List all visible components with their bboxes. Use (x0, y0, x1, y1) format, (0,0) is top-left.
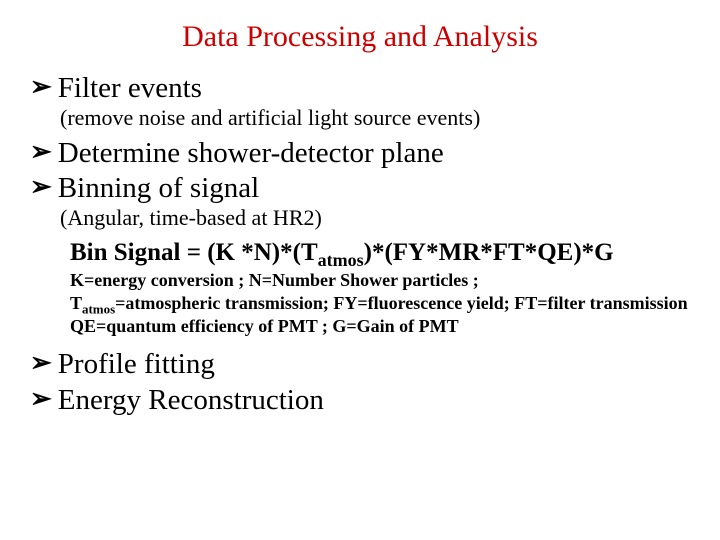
definitions: K=energy conversion ; N=Number Shower pa… (70, 269, 690, 338)
formula-sub: atmos (318, 250, 364, 270)
def-post: =atmospheric transmission; FY=fluorescen… (115, 293, 688, 313)
bullet-item: ➢ Profile fitting (30, 348, 690, 381)
chevron-icon: ➢ (30, 137, 52, 167)
slide: Data Processing and Analysis ➢ Filter ev… (0, 0, 720, 540)
bullet-subtext: (remove noise and artificial light sourc… (60, 105, 690, 130)
bullet-item: ➢ Filter events (30, 72, 690, 105)
bullet-item: ➢ Energy Reconstruction (30, 384, 690, 417)
bullet-text: Determine shower-detector plane (58, 137, 444, 170)
chevron-icon: ➢ (30, 348, 52, 378)
def-line: QE=quantum efficiency of PMT ; G=Gain of… (70, 315, 690, 338)
bullet-text: Binning of signal (58, 172, 259, 205)
bullet-list: ➢ Filter events (remove noise and artifi… (30, 72, 690, 417)
chevron-icon: ➢ (30, 172, 52, 202)
bullet-text: Profile fitting (58, 348, 215, 381)
def-line: Tatmos=atmospheric transmission; FY=fluo… (70, 292, 690, 315)
def-line: K=energy conversion ; N=Number Shower pa… (70, 269, 690, 292)
bullet-subtext: (Angular, time-based at HR2) (60, 205, 690, 230)
formula-pre: Bin Signal = (K *N)*(T (70, 239, 318, 266)
formula-post: )*(FY*MR*FT*QE)*G (364, 239, 614, 266)
chevron-icon: ➢ (30, 384, 52, 414)
formula-line: Bin Signal = (K *N)*(Tatmos)*(FY*MR*FT*Q… (70, 239, 690, 268)
slide-title: Data Processing and Analysis (30, 20, 690, 54)
def-pre: T (70, 293, 82, 313)
bullet-item: ➢ Determine shower-detector plane (30, 137, 690, 170)
bullet-item: ➢ Binning of signal (30, 172, 690, 205)
bullet-text: Filter events (58, 72, 202, 105)
bullet-text: Energy Reconstruction (58, 384, 324, 417)
chevron-icon: ➢ (30, 72, 52, 102)
formula-block: Bin Signal = (K *N)*(Tatmos)*(FY*MR*FT*Q… (70, 239, 690, 339)
